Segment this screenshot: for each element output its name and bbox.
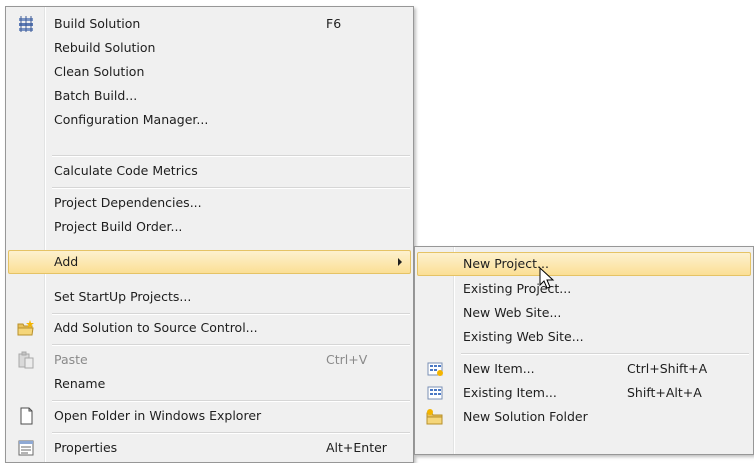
menu-item-label: New Web Site... bbox=[463, 305, 562, 320]
menu-item-add[interactable]: Add bbox=[8, 250, 411, 274]
submenu-item-new-solution-folder[interactable]: New Solution Folder bbox=[417, 405, 751, 429]
menu-item-configuration-manager[interactable]: Configuration Manager... bbox=[8, 108, 411, 132]
menu-item-shortcut: Alt+Enter bbox=[326, 440, 387, 455]
menu-item-open-folder-in-explorer[interactable]: Open Folder in Windows Explorer bbox=[8, 404, 411, 428]
submenu-item-new-web-site[interactable]: New Web Site... bbox=[417, 301, 751, 325]
menu-item-label: New Solution Folder bbox=[463, 409, 588, 424]
paste-icon bbox=[18, 351, 34, 369]
menu-separator bbox=[52, 187, 410, 189]
solution-folder-icon bbox=[426, 409, 443, 425]
menu-item-label: Set StartUp Projects... bbox=[54, 289, 192, 304]
menu-item-label: Build Solution bbox=[54, 16, 141, 31]
menu-item-shortcut: Ctrl+V bbox=[326, 352, 368, 367]
menu-item-label: Add Solution to Source Control... bbox=[54, 320, 258, 335]
menu-item-properties[interactable]: Properties Alt+Enter bbox=[8, 436, 411, 460]
menu-item-build-solution[interactable]: Build Solution F6 bbox=[8, 12, 411, 36]
menu-item-set-startup-projects[interactable]: Set StartUp Projects... bbox=[8, 285, 411, 309]
menu-item-label: Clean Solution bbox=[54, 64, 145, 79]
submenu-item-new-project[interactable]: New Project... bbox=[417, 252, 751, 276]
menu-item-label: Configuration Manager... bbox=[54, 112, 209, 127]
menu-item-rename[interactable]: Rename bbox=[8, 372, 411, 396]
menu-item-calculate-code-metrics[interactable]: Calculate Code Metrics bbox=[8, 159, 411, 183]
menu-item-label: Batch Build... bbox=[54, 88, 138, 103]
menu-separator bbox=[52, 344, 410, 346]
menu-item-label: Calculate Code Metrics bbox=[54, 163, 198, 178]
menu-separator bbox=[52, 155, 410, 157]
submenu-arrow-icon bbox=[398, 258, 402, 266]
menu-item-shortcut: Ctrl+Shift+A bbox=[627, 361, 708, 376]
existing-item-icon bbox=[427, 386, 443, 400]
add-submenu: New Project... Existing Project... New W… bbox=[414, 246, 754, 455]
menu-item-label: Project Dependencies... bbox=[54, 195, 202, 210]
menu-item-label: Properties bbox=[54, 440, 118, 455]
menu-item-label: Existing Item... bbox=[463, 385, 557, 400]
menu-item-label: Rename bbox=[54, 376, 106, 391]
submenu-item-new-item[interactable]: New Item... Ctrl+Shift+A bbox=[417, 357, 751, 381]
solution-context-menu: Build Solution F6 Rebuild Solution Clean… bbox=[5, 6, 414, 463]
submenu-item-existing-web-site[interactable]: Existing Web Site... bbox=[417, 325, 751, 349]
menu-item-project-build-order[interactable]: Project Build Order... bbox=[8, 215, 411, 239]
menu-item-label: Open Folder in Windows Explorer bbox=[54, 408, 262, 423]
menu-separator bbox=[52, 432, 410, 434]
menu-separator bbox=[461, 353, 749, 355]
menu-item-paste[interactable]: Paste Ctrl+V bbox=[8, 348, 411, 372]
menu-item-label: New Item... bbox=[463, 361, 535, 376]
menu-item-label: Existing Web Site... bbox=[463, 329, 584, 344]
menu-item-label: Rebuild Solution bbox=[54, 40, 156, 55]
mouse-cursor-icon bbox=[539, 267, 555, 289]
properties-icon bbox=[18, 440, 34, 456]
menu-item-label: Paste bbox=[54, 352, 88, 367]
new-item-icon bbox=[427, 362, 443, 376]
menu-item-project-dependencies[interactable]: Project Dependencies... bbox=[8, 191, 411, 215]
menu-item-label: Add bbox=[54, 254, 79, 269]
menu-item-label: Project Build Order... bbox=[54, 219, 183, 234]
submenu-item-existing-project[interactable]: Existing Project... bbox=[417, 277, 751, 301]
build-solution-icon bbox=[19, 16, 33, 32]
menu-separator bbox=[52, 313, 410, 315]
menu-item-shortcut: F6 bbox=[326, 16, 342, 31]
menu-item-shortcut: Shift+Alt+A bbox=[627, 385, 702, 400]
source-control-folder-icon bbox=[17, 320, 34, 336]
menu-item-label: New Project... bbox=[463, 256, 549, 271]
menu-separator bbox=[52, 400, 410, 402]
menu-item-clean-solution[interactable]: Clean Solution bbox=[8, 60, 411, 84]
submenu-item-existing-item[interactable]: Existing Item... Shift+Alt+A bbox=[417, 381, 751, 405]
menu-item-rebuild-solution[interactable]: Rebuild Solution bbox=[8, 36, 411, 60]
menu-item-batch-build[interactable]: Batch Build... bbox=[8, 84, 411, 108]
open-folder-icon bbox=[20, 407, 33, 425]
menu-item-add-solution-to-source-control[interactable]: Add Solution to Source Control... bbox=[8, 316, 411, 340]
